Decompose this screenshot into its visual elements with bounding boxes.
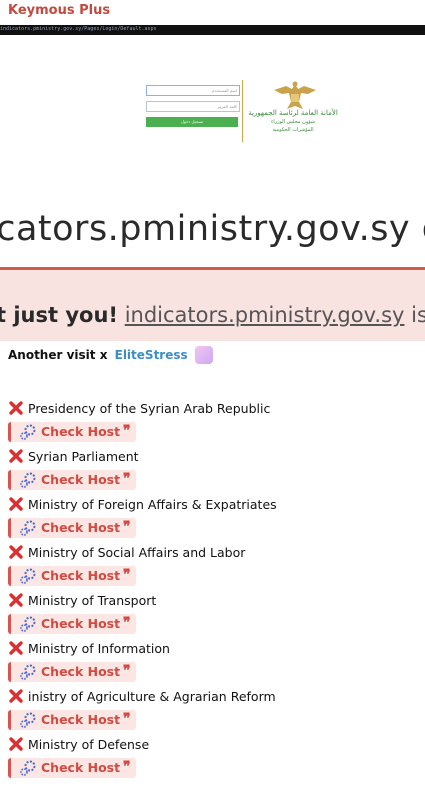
check-host-button[interactable]: Check Host ❞ xyxy=(8,662,136,682)
list-item: Ministry of Transport Check Host ❞ xyxy=(8,592,423,640)
check-host-label: Check Host xyxy=(41,712,121,727)
gear-icon xyxy=(20,568,36,584)
quote-icon: ❞ xyxy=(123,471,131,487)
link-preview-image[interactable]: indicators.pministry.gov.sy/Pages/Login/… xyxy=(0,25,425,341)
entry-title: Ministry of Social Affairs and Labor xyxy=(8,544,245,562)
list-item: inistry of Agriculture & Agrarian Reform… xyxy=(8,688,423,736)
password-field: كلمة المرور xyxy=(146,101,240,112)
target-list: Presidency of the Syrian Arab Republic C… xyxy=(8,400,423,784)
check-host-label: Check Host xyxy=(41,616,121,631)
cross-mark-icon xyxy=(9,497,23,511)
another-visit-text: Another visit x xyxy=(8,348,108,362)
gear-icon xyxy=(20,760,36,776)
chat-header: Keymous Plus xyxy=(0,0,425,25)
org-title-line: الأمانة العامة لرئاسة الجمهورية xyxy=(248,109,338,117)
cross-mark-icon xyxy=(9,737,23,751)
cross-mark-icon xyxy=(9,641,23,655)
entry-title: inistry of Agriculture & Agrarian Reform xyxy=(8,688,276,706)
quote-icon: ❞ xyxy=(123,567,131,583)
entry-title: Ministry of Transport xyxy=(8,592,156,610)
check-host-label: Check Host xyxy=(41,568,121,583)
elitestress-mention[interactable]: EliteStress xyxy=(115,348,188,362)
check-host-button[interactable]: Check Host ❞ xyxy=(8,566,136,586)
gear-icon xyxy=(20,472,36,488)
quote-icon: ❞ xyxy=(123,519,131,535)
quote-icon: ❞ xyxy=(123,663,131,679)
eagle-emblem-icon xyxy=(274,81,316,109)
entry-title: Syrian Parliament xyxy=(8,448,139,466)
entry-title-text: Presidency of the Syrian Arab Republic xyxy=(28,401,271,416)
org-subtitle-2: المؤشرات الحكومية xyxy=(272,127,314,133)
entry-title-text: inistry of Agriculture & Agrarian Reform xyxy=(28,689,276,704)
cross-mark-icon xyxy=(9,401,23,415)
username-field: اسم المستخدم xyxy=(146,85,240,96)
cross-mark-icon xyxy=(9,593,23,607)
gear-icon xyxy=(20,664,36,680)
list-item: Syrian Parliament Check Host ❞ xyxy=(8,448,423,496)
list-item: Ministry of Foreign Affairs & Expatriate… xyxy=(8,496,423,544)
entry-title-text: Ministry of Foreign Affairs & Expatriate… xyxy=(28,497,277,512)
check-host-label: Check Host xyxy=(41,760,121,775)
entry-title-text: Ministry of Defense xyxy=(28,737,150,752)
org-subtitle-1: شؤون مجلس الوزراء xyxy=(270,119,316,125)
cross-mark-icon xyxy=(9,545,23,559)
check-host-label: Check Host xyxy=(41,664,121,679)
list-item: Ministry of Information Check Host ❞ xyxy=(8,640,423,688)
gear-icon xyxy=(20,520,36,536)
check-host-button[interactable]: Check Host ❞ xyxy=(8,422,136,442)
big-domain-text: icators.pministry.gov.sy d xyxy=(0,209,425,249)
check-host-label: Check Host xyxy=(41,520,121,535)
entry-title: Presidency of the Syrian Arab Republic xyxy=(8,400,270,418)
check-host-label: Check Host xyxy=(41,424,121,439)
org-title: الأمانة العامة لرئاسة الجمهورية شؤون مجل… xyxy=(244,109,342,134)
entry-title-text: Ministry of Transport xyxy=(28,593,157,608)
check-host-label: Check Host xyxy=(41,472,121,487)
down-text-part1: t just you! xyxy=(0,303,118,327)
down-status-text: t just you! indicators.pministry.gov.sy … xyxy=(0,303,425,327)
list-item: Presidency of the Syrian Arab Republic C… xyxy=(8,400,423,448)
list-item: Ministry of Defense Check Host ❞ xyxy=(8,736,423,784)
login-button: تسجيل دخول xyxy=(146,117,238,127)
gear-icon xyxy=(20,616,36,632)
entry-title-text: Ministry of Information xyxy=(28,641,170,656)
gear-icon xyxy=(20,424,36,440)
entry-title: Ministry of Information xyxy=(8,640,170,658)
another-visit-line: Another visit x EliteStress xyxy=(8,346,213,364)
list-item: Ministry of Social Affairs and Labor Che… xyxy=(8,544,423,592)
login-form: اسم المستخدم كلمة المرور تسجيل دخول xyxy=(146,85,240,127)
channel-name[interactable]: Keymous Plus xyxy=(8,3,110,18)
browser-url-bar: indicators.pministry.gov.sy/Pages/Login/… xyxy=(0,25,425,35)
login-divider xyxy=(242,80,243,142)
down-text-link: indicators.pministry.gov.sy xyxy=(124,303,405,327)
down-text-part2: is down xyxy=(411,303,425,327)
check-host-button[interactable]: Check Host ❞ xyxy=(8,470,136,490)
check-host-button[interactable]: Check Host ❞ xyxy=(8,710,136,730)
quote-icon: ❞ xyxy=(123,759,131,775)
cross-mark-icon xyxy=(9,689,23,703)
quote-icon: ❞ xyxy=(123,615,131,631)
check-host-button[interactable]: Check Host ❞ xyxy=(8,518,136,538)
check-host-button[interactable]: Check Host ❞ xyxy=(8,614,136,634)
cross-mark-icon xyxy=(9,449,23,463)
check-host-button[interactable]: Check Host ❞ xyxy=(8,758,136,778)
entry-title: Ministry of Foreign Affairs & Expatriate… xyxy=(8,496,277,514)
quote-icon: ❞ xyxy=(123,423,131,439)
gear-icon xyxy=(20,712,36,728)
quote-icon: ❞ xyxy=(123,711,131,727)
entry-title: Ministry of Defense xyxy=(8,736,149,754)
sparkle-emoji-icon xyxy=(194,346,213,364)
entry-title-text: Syrian Parliament xyxy=(28,449,139,464)
browser-url-text: indicators.pministry.gov.sy/Pages/Login/… xyxy=(0,26,157,32)
entry-title-text: Ministry of Social Affairs and Labor xyxy=(28,545,246,560)
